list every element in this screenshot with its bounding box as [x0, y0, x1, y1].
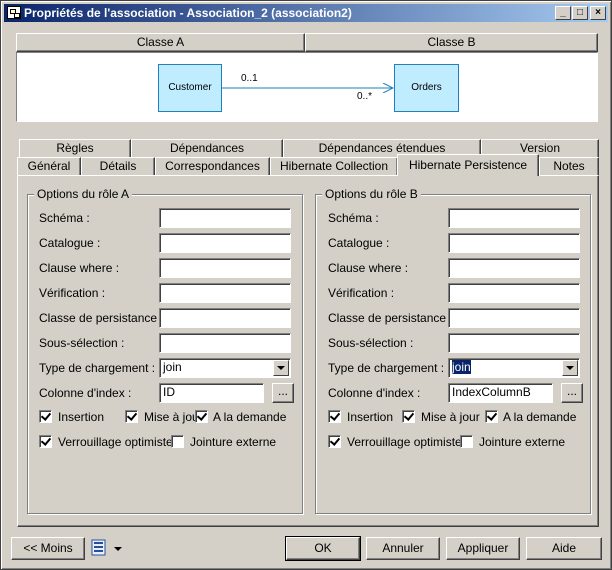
role-a-schema-input[interactable]	[159, 208, 291, 228]
chevron-down-icon[interactable]	[562, 360, 578, 376]
role-a-insertion-checkbox[interactable]	[39, 410, 52, 423]
property-list-icon[interactable]	[91, 539, 107, 557]
role-a-where-label: Clause where :	[39, 261, 120, 275]
association-diagram: Customer Orders 0..1 0..*	[16, 52, 598, 122]
role-a-where-input[interactable]	[159, 258, 291, 278]
role-a-demande-label: A la demande	[213, 410, 287, 424]
multiplicity-b: 0..*	[357, 91, 373, 102]
role-b-jointure-checkbox[interactable]	[460, 435, 473, 448]
role-a-verrou-label: Verrouillage optimiste	[58, 435, 173, 449]
role-b-insertion-label: Insertion	[347, 410, 394, 424]
title-bar[interactable]: Propriétés de l'association - Associatio…	[4, 4, 608, 22]
window-title: Propriétés de l'association - Associatio…	[24, 6, 352, 20]
role-b-legend: Options du rôle B	[322, 187, 421, 201]
properties-dialog: Propriétés de l'association - Associatio…	[0, 0, 612, 570]
role-b-type-select[interactable]: join	[448, 358, 580, 378]
tab-hibernate-persistence[interactable]: Hibernate Persistence	[397, 154, 539, 176]
role-b-type-value: join	[452, 360, 471, 374]
class-b-header[interactable]: Classe B	[305, 33, 598, 52]
tab-details[interactable]: Détails	[81, 157, 155, 176]
annuler-button[interactable]: Annuler	[366, 537, 440, 560]
role-a-schema-label: Schéma :	[39, 211, 90, 225]
role-b-schema-input[interactable]	[448, 208, 580, 228]
role-a-type-select[interactable]: join	[159, 358, 291, 378]
role-b-classe-label: Classe de persistance :	[328, 311, 453, 325]
dropdown-arrow-icon[interactable]	[113, 544, 123, 552]
ok-button[interactable]: OK	[285, 536, 361, 561]
role-a-group: Options du rôle A Schéma : Catalogue : C…	[27, 187, 303, 514]
role-b-mise-checkbox[interactable]	[402, 410, 415, 423]
role-a-mise-label: Mise à jour	[144, 410, 203, 424]
role-b-verrou-label: Verrouillage optimiste	[347, 435, 462, 449]
aide-button[interactable]: Aide	[526, 537, 602, 560]
role-a-sous-label: Sous-sélection :	[39, 336, 125, 350]
role-b-demande-checkbox[interactable]	[485, 410, 498, 423]
role-b-classe-input[interactable]	[448, 308, 580, 328]
role-b-index-label: Colonne d'index :	[328, 386, 421, 400]
role-a-insertion-label: Insertion	[58, 410, 105, 424]
role-b-sous-input[interactable]	[448, 333, 580, 353]
tab-general[interactable]: Général	[17, 157, 81, 176]
role-b-mise-label: Mise à jour	[421, 410, 480, 424]
role-a-index-browse-button[interactable]: ...	[272, 383, 294, 403]
role-a-type-label: Type de chargement :	[39, 361, 156, 375]
tab-dependances[interactable]: Dépendances	[131, 139, 283, 158]
role-b-catalogue-input[interactable]	[448, 233, 580, 253]
close-button[interactable]: ×	[590, 6, 606, 20]
role-b-verification-input[interactable]	[448, 283, 580, 303]
chevron-down-icon[interactable]	[273, 360, 289, 376]
maximize-button[interactable]: □	[572, 6, 588, 20]
role-a-classe-label: Classe de persistance :	[39, 311, 164, 325]
role-b-where-input[interactable]	[448, 258, 580, 278]
role-b-verification-label: Vérification :	[328, 286, 395, 300]
role-b-group: Options du rôle B Schéma : Catalogue : C…	[315, 187, 591, 514]
tab-hibernate-collection[interactable]: Hibernate Collection	[270, 157, 398, 176]
role-a-catalogue-label: Catalogue :	[39, 236, 101, 250]
appliquer-button[interactable]: Appliquer	[446, 537, 520, 560]
role-a-classe-input[interactable]	[159, 308, 291, 328]
role-b-demande-label: A la demande	[503, 410, 577, 424]
role-b-catalogue-label: Catalogue :	[328, 236, 390, 250]
multiplicity-a: 0..1	[241, 73, 258, 84]
role-b-index-input[interactable]: IndexColumnB	[448, 383, 553, 403]
role-a-jointure-label: Jointure externe	[190, 435, 277, 449]
association-icon	[7, 6, 21, 19]
role-a-sous-input[interactable]	[159, 333, 291, 353]
role-b-verrou-checkbox[interactable]	[328, 435, 341, 448]
role-a-jointure-checkbox[interactable]	[171, 435, 184, 448]
role-a-verification-label: Vérification :	[39, 286, 106, 300]
role-a-verrou-checkbox[interactable]	[39, 435, 52, 448]
role-a-catalogue-input[interactable]	[159, 233, 291, 253]
minimize-button[interactable]: _	[555, 6, 571, 20]
role-b-insertion-checkbox[interactable]	[328, 410, 341, 423]
role-b-schema-label: Schéma :	[328, 211, 379, 225]
tab-panel: Options du rôle A Schéma : Catalogue : C…	[17, 175, 599, 527]
entity-orders[interactable]: Orders	[394, 64, 459, 112]
class-a-header[interactable]: Classe A	[16, 33, 305, 52]
entity-customer[interactable]: Customer	[158, 64, 222, 112]
role-a-mise-checkbox[interactable]	[125, 410, 138, 423]
role-b-where-label: Clause where :	[328, 261, 409, 275]
role-a-index-label: Colonne d'index :	[39, 386, 132, 400]
role-b-sous-label: Sous-sélection :	[328, 336, 414, 350]
role-b-type-label: Type de chargement :	[328, 361, 445, 375]
tab-notes[interactable]: Notes	[539, 157, 599, 176]
role-b-jointure-label: Jointure externe	[479, 435, 566, 449]
role-a-legend: Options du rôle A	[34, 187, 133, 201]
moins-button[interactable]: << Moins	[11, 537, 85, 560]
role-a-verification-input[interactable]	[159, 283, 291, 303]
role-b-index-browse-button[interactable]: ...	[561, 383, 583, 403]
role-a-index-input[interactable]: ID	[159, 383, 264, 403]
role-a-demande-checkbox[interactable]	[195, 410, 208, 423]
role-a-type-value: join	[163, 360, 182, 374]
tab-regles[interactable]: Règles	[19, 139, 131, 158]
tab-correspondances[interactable]: Correspondances	[155, 157, 270, 176]
